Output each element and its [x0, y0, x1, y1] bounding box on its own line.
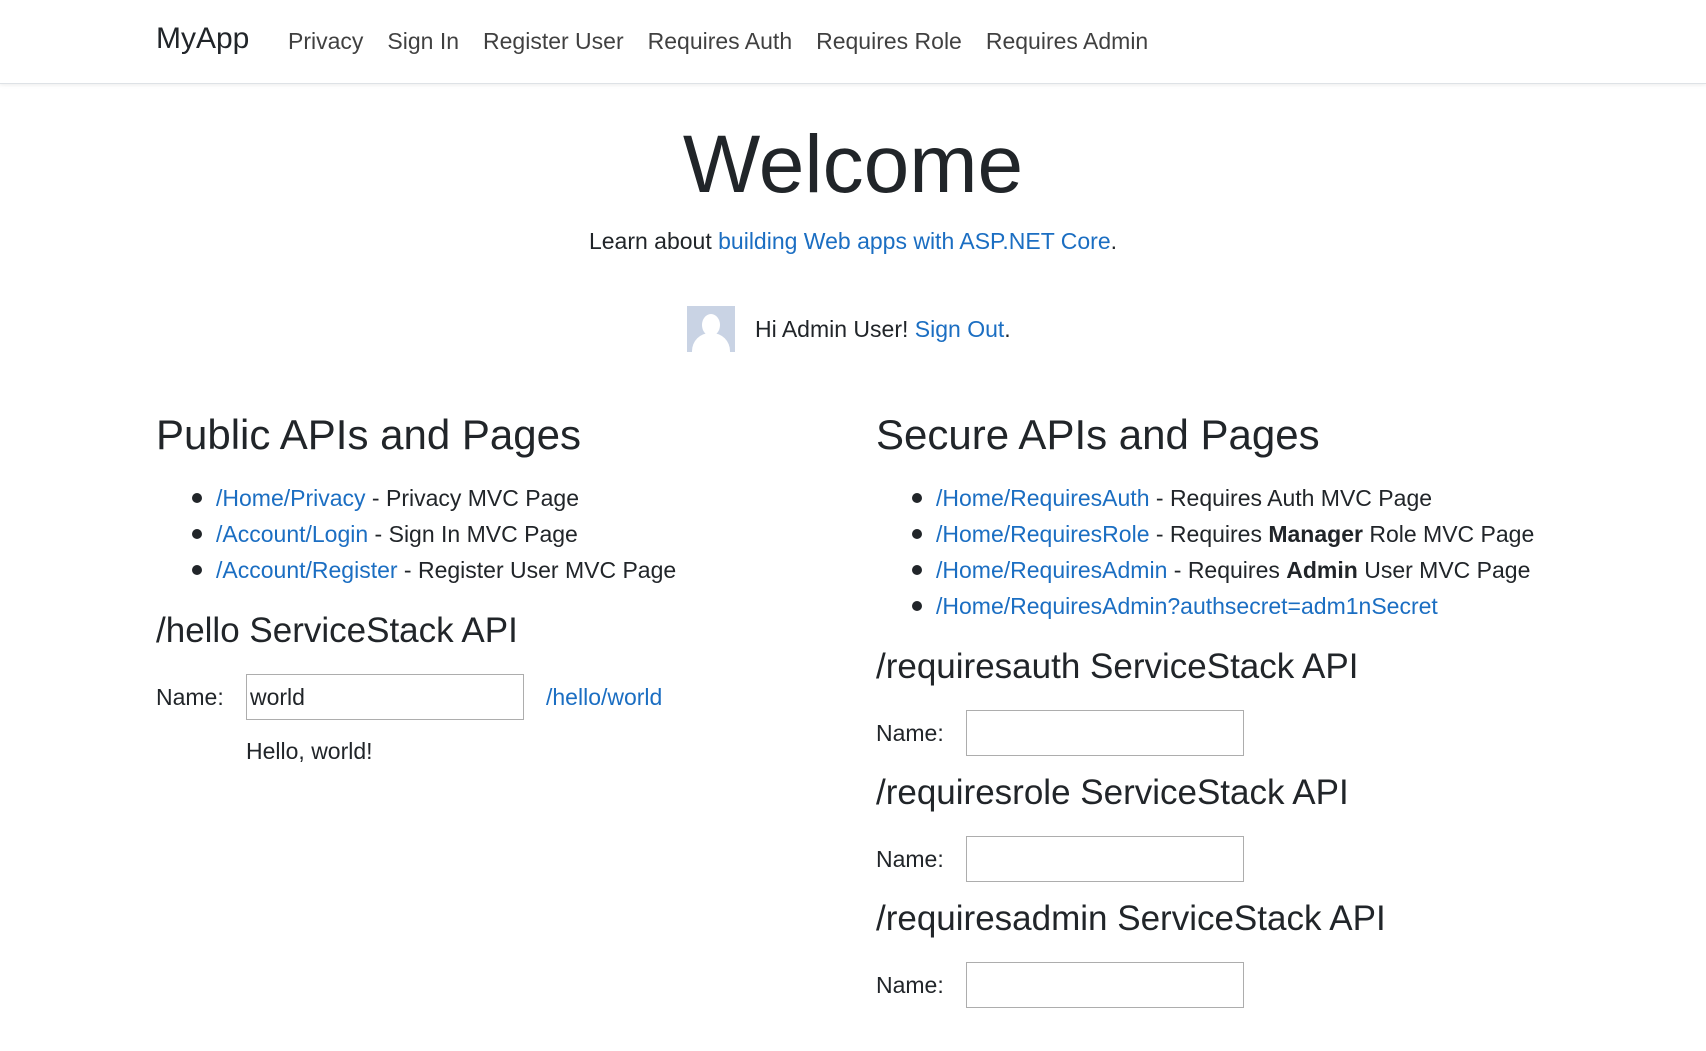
brand-link[interactable]: MyApp: [156, 22, 249, 56]
secure-links-list: /Home/RequiresAuth - Requires Auth MVC P…: [876, 480, 1656, 624]
page-title: Welcome: [682, 119, 1024, 210]
list-item-desc: - Register User MVC Page: [397, 557, 677, 584]
learn-about-text: Learn about building Web apps with ASP.N…: [0, 228, 1706, 255]
role-name: Admin: [1286, 557, 1358, 584]
register-page-link[interactable]: /Account/Register: [216, 557, 398, 583]
sign-out-link[interactable]: Sign Out: [915, 316, 1005, 343]
list-item: /Home/RequiresAdmin - Requires Admin Use…: [910, 552, 1656, 588]
list-item: /Home/RequiresRole - Requires Manager Ro…: [910, 516, 1656, 552]
list-item: /Account/Register - Register User MVC Pa…: [190, 552, 836, 588]
requires-auth-link[interactable]: /Home/RequiresAuth: [936, 485, 1150, 511]
public-heading: Public APIs and Pages: [156, 411, 581, 458]
list-item: /Home/Privacy - Privacy MVC Page: [190, 480, 836, 516]
learn-suffix: .: [1110, 228, 1118, 254]
privacy-page-link[interactable]: /Home/Privacy: [216, 485, 366, 511]
list-item-desc: - Requires: [1149, 521, 1269, 548]
list-item: /Home/RequiresAdmin?authsecret=adm1nSecr…: [910, 588, 1656, 624]
list-item: /Home/RequiresAuth - Requires Auth MVC P…: [910, 480, 1656, 516]
requiresrole-name-input[interactable]: [966, 836, 1244, 883]
hello-name-label: Name:: [156, 683, 224, 710]
requiresauth-name-label: Name:: [876, 719, 944, 746]
role-name: Manager: [1268, 521, 1363, 548]
nav-link-requires-auth[interactable]: Requires Auth: [648, 28, 792, 55]
requires-admin-authsecret-link[interactable]: /Home/RequiresAdmin?authsecret=adm1nSecr…: [936, 593, 1438, 619]
requiresauth-form: Name:: [876, 710, 1656, 757]
requires-role-link[interactable]: /Home/RequiresRole: [936, 521, 1149, 547]
requiresrole-form: Name:: [876, 836, 1656, 883]
nav-link-register-user[interactable]: Register User: [483, 28, 624, 55]
requiresadmin-api-heading: /requiresadmin ServiceStack API: [876, 899, 1386, 939]
learn-prefix: Learn about: [588, 228, 719, 254]
user-info: Hi Admin User! Sign Out.: [687, 306, 1011, 352]
secure-heading: Secure APIs and Pages: [876, 411, 1320, 458]
hello-result: Hello, world!: [246, 738, 373, 765]
list-item: /Account/Login - Sign In MVC Page: [190, 516, 836, 552]
list-item-desc: - Sign In MVC Page: [368, 521, 578, 548]
list-item-desc: - Requires Auth MVC Page: [1149, 485, 1433, 512]
user-greeting: Hi Admin User!: [755, 315, 915, 342]
requiresadmin-name-label: Name:: [876, 971, 944, 998]
login-page-link[interactable]: /Account/Login: [216, 521, 368, 547]
avatar: [687, 306, 735, 352]
hello-api-link[interactable]: /hello/world: [546, 684, 662, 711]
hello-name-input[interactable]: [246, 674, 524, 721]
user-suffix: .: [1004, 315, 1011, 342]
nav-links: Privacy Sign In Register User Requires A…: [288, 28, 1148, 55]
requiresrole-api-heading: /requiresrole ServiceStack API: [876, 773, 1349, 813]
public-links-list: /Home/Privacy - Privacy MVC Page /Accoun…: [156, 480, 836, 588]
requires-admin-link[interactable]: /Home/RequiresAdmin: [936, 557, 1167, 583]
nav-link-privacy[interactable]: Privacy: [288, 28, 363, 55]
secure-section: Secure APIs and Pages /Home/RequiresAuth…: [876, 410, 1656, 1009]
requiresauth-name-input[interactable]: [966, 710, 1244, 757]
aspnet-docs-link[interactable]: building Web apps with ASP.NET Core: [718, 228, 1111, 254]
public-section: Public APIs and Pages /Home/Privacy - Pr…: [156, 410, 836, 765]
requiresadmin-form: Name:: [876, 962, 1656, 1009]
list-item-desc-end: User MVC Page: [1357, 557, 1531, 584]
top-navbar: MyApp Privacy Sign In Register User Requ…: [0, 0, 1706, 84]
nav-link-requires-role[interactable]: Requires Role: [816, 28, 962, 55]
requiresrole-name-label: Name:: [876, 845, 944, 872]
list-item-desc: - Privacy MVC Page: [365, 485, 579, 512]
requiresadmin-name-input[interactable]: [966, 962, 1244, 1009]
hello-api-heading: /hello ServiceStack API: [156, 611, 518, 651]
nav-link-requires-admin[interactable]: Requires Admin: [986, 28, 1148, 55]
list-item-desc-end: Role MVC Page: [1362, 521, 1535, 548]
list-item-desc: - Requires: [1167, 557, 1287, 584]
nav-link-sign-in[interactable]: Sign In: [387, 28, 459, 55]
hello-form: Name: /hello/world: [156, 674, 836, 721]
requiresauth-api-heading: /requiresauth ServiceStack API: [876, 647, 1359, 687]
